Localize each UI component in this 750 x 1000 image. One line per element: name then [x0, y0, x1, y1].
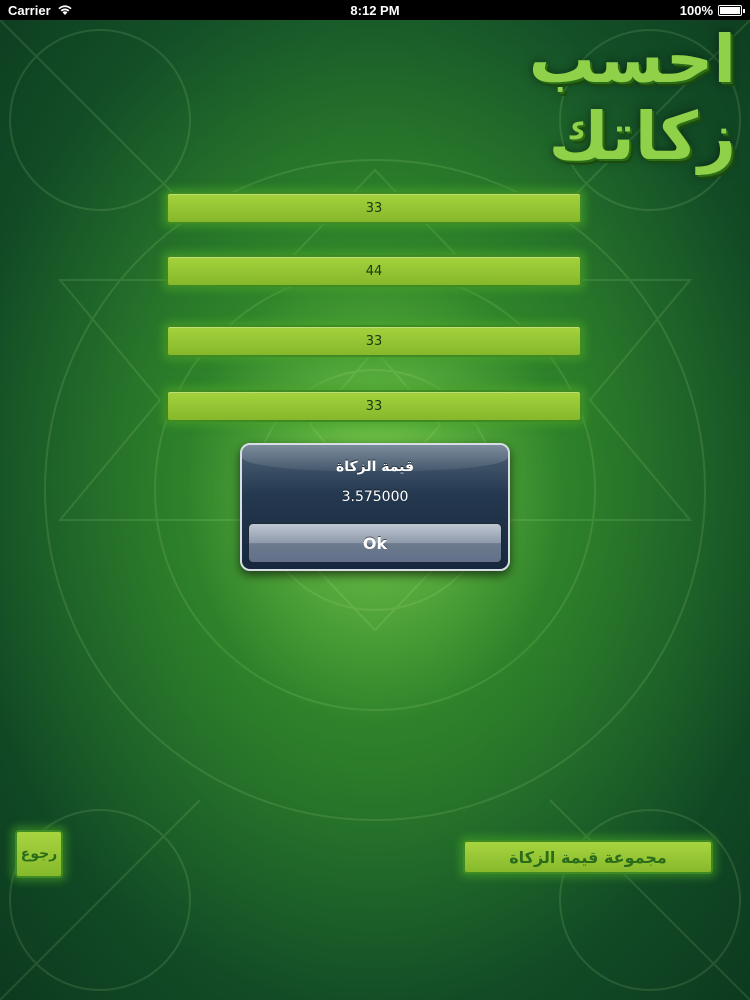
battery-icon: [718, 4, 745, 16]
wifi-icon: [58, 5, 72, 15]
ok-button[interactable]: Ok: [248, 523, 502, 563]
amount-field-4[interactable]: 33: [166, 390, 582, 422]
status-bar: Carrier 8:12 PM 100%: [0, 0, 750, 20]
back-button[interactable]: رجوع: [15, 830, 63, 878]
amount-field-1[interactable]: 33: [166, 192, 582, 224]
amount-field-3[interactable]: 33: [166, 325, 582, 357]
status-left: Carrier: [8, 3, 73, 18]
alert-title: قيمة الزكاة: [335, 459, 415, 475]
app-screen: احسب زكاتك 33 44 33 33 قيمة الزكاة 3.575…: [0, 20, 750, 1000]
battery-percent: 100%: [679, 2, 713, 18]
amount-field-2[interactable]: 44: [166, 255, 582, 287]
app-logo: احسب زكاتك: [528, 21, 736, 175]
zakat-result-alert: قيمة الزكاة 3.575000 Ok: [240, 443, 510, 571]
status-right: 100%: [679, 2, 745, 18]
carrier-label: Carrier: [8, 2, 51, 18]
total-zakat-button[interactable]: مجموعة قيمة الزكاة: [463, 840, 713, 874]
status-time: 8:12 PM: [350, 2, 400, 18]
alert-message: 3.575000: [341, 489, 409, 505]
